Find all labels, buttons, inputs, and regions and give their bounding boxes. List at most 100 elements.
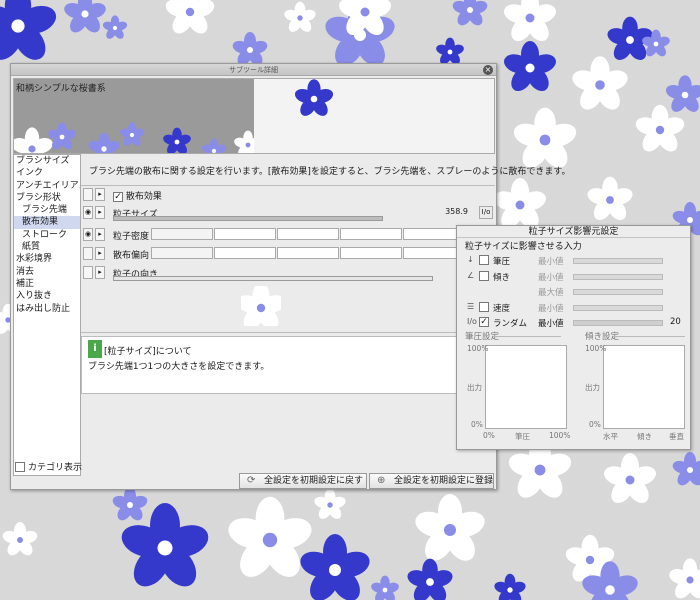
influence-slider[interactable] bbox=[573, 304, 663, 311]
particle-size-value[interactable]: 358.9 bbox=[445, 207, 468, 216]
dialog-title: サブツール詳細 bbox=[229, 66, 278, 74]
category-show-label: カテゴリ表示 bbox=[28, 463, 83, 473]
lock-icon[interactable] bbox=[83, 266, 93, 279]
density-cell[interactable] bbox=[214, 228, 276, 240]
influence-row: I/o ✓ ランダム 最小値 20 bbox=[465, 316, 687, 329]
density-cell[interactable] bbox=[151, 228, 213, 240]
info-title: [粒子サイズ]について bbox=[104, 347, 192, 357]
category-item[interactable]: 消去 bbox=[14, 266, 80, 278]
influence-value[interactable]: 20 bbox=[670, 317, 681, 327]
preview-label: 和柄シンプルな桜書系 bbox=[16, 84, 106, 94]
influence-row: ☰ 速度 最小値 bbox=[465, 301, 687, 314]
category-item[interactable]: 紙質 bbox=[14, 241, 80, 253]
pressure-y-bottom: 0% bbox=[471, 420, 483, 429]
eye-icon[interactable]: ◉ bbox=[83, 228, 93, 241]
category-item[interactable]: ブラシ先端 bbox=[14, 204, 80, 216]
influence-checkbox[interactable] bbox=[479, 301, 489, 312]
influence-subtitle: 粒子サイズに影響させる入力 bbox=[465, 242, 582, 252]
category-item[interactable]: はみ出し防止 bbox=[14, 303, 80, 315]
influence-input-name: 速度 bbox=[493, 303, 511, 314]
pressure-y-mid: 出力 bbox=[467, 383, 482, 392]
register-all-button[interactable]: ⊕ 全設定を初期設定に登録 bbox=[369, 473, 494, 489]
category-item[interactable]: ストローク bbox=[14, 229, 80, 241]
scatter-checkbox[interactable]: ✓ bbox=[113, 191, 123, 202]
category-list: ブラシサイズ インク アンチエイリアス ブラシ形状 ブラシ先端 散布効果 ストローク 紙質 水彩… bbox=[13, 154, 81, 476]
divider bbox=[493, 336, 561, 337]
reset-all-button[interactable]: ⟳ 全設定を初期設定に戻す bbox=[239, 473, 367, 489]
category-item[interactable]: ブラシ形状 bbox=[14, 192, 80, 204]
influence-slider[interactable] bbox=[573, 273, 663, 280]
category-show-checkbox[interactable] bbox=[15, 461, 25, 472]
setting-row-direction: ▸ 粒子の向き bbox=[81, 264, 495, 281]
setting-row-bias: ▸ 散布偏向 bbox=[81, 245, 495, 262]
category-item[interactable]: ブラシサイズ bbox=[14, 155, 80, 167]
influence-checkbox[interactable] bbox=[479, 270, 489, 281]
influence-min-label: 最小値 bbox=[538, 303, 564, 314]
influence-slider[interactable] bbox=[573, 320, 663, 326]
tilt-y-bottom: 0% bbox=[589, 420, 601, 429]
expand-arrow-icon[interactable]: ▸ bbox=[95, 247, 105, 260]
bias-cells[interactable] bbox=[151, 247, 465, 259]
influence-input-name: 筆圧 bbox=[493, 257, 511, 267]
tilt-x-mid: 傾き bbox=[637, 432, 652, 441]
pressure-x-right: 100% bbox=[549, 431, 571, 440]
close-icon[interactable]: × bbox=[483, 65, 493, 75]
tilt-x-left: 水平 bbox=[603, 432, 618, 441]
pressure-x-mid: 筆圧 bbox=[515, 432, 530, 441]
scatter-settings: ▸ ✓ 散布効果 ◉ ▸ 粒子サイズ 358.9 I/o ◉ ▸ 粒子密度 ▸ … bbox=[81, 185, 495, 333]
bias-cell[interactable] bbox=[277, 247, 339, 259]
dialog-titlebar[interactable]: サブツール詳細 × bbox=[11, 64, 496, 76]
setting-row-density: ◉ ▸ 粒子密度 bbox=[81, 226, 495, 243]
category-item[interactable]: 入り抜き bbox=[14, 290, 80, 302]
influence-row: ↓ 筆圧 最小値 bbox=[465, 254, 687, 267]
tilt-curve-graph[interactable] bbox=[603, 345, 685, 429]
density-cells[interactable] bbox=[151, 228, 465, 240]
influence-min-label: 最小値 bbox=[538, 257, 564, 267]
category-item[interactable]: 補正 bbox=[14, 278, 80, 290]
category-item[interactable]: 散布効果 bbox=[14, 216, 80, 229]
expand-arrow-icon[interactable]: ▸ bbox=[95, 188, 105, 201]
info-icon: i bbox=[88, 340, 102, 358]
expand-arrow-icon[interactable]: ▸ bbox=[95, 266, 105, 279]
expand-arrow-icon[interactable]: ▸ bbox=[95, 206, 105, 219]
category-show-toggle[interactable]: カテゴリ表示 bbox=[15, 460, 82, 473]
density-cell[interactable] bbox=[340, 228, 402, 240]
pressure-x-left: 0% bbox=[483, 431, 495, 440]
reset-all-label: 全設定を初期設定に戻す bbox=[264, 476, 364, 486]
brush-preview: 和柄シンプルな桜書系 bbox=[13, 78, 495, 154]
bias-cell[interactable] bbox=[340, 247, 402, 259]
scatter-toggle[interactable]: ✓ 散布効果 bbox=[113, 189, 162, 202]
particle-size-slider[interactable] bbox=[113, 216, 383, 221]
tilt-y-mid: 出力 bbox=[585, 383, 600, 392]
category-item[interactable]: アンチエイリアス bbox=[14, 180, 80, 192]
lock-icon[interactable] bbox=[83, 188, 93, 201]
pressure-curve-graph[interactable] bbox=[485, 345, 567, 429]
reset-icon: ⟳ bbox=[247, 475, 256, 486]
influence-slider[interactable] bbox=[573, 289, 663, 295]
influence-slider[interactable] bbox=[573, 258, 663, 264]
scatter-label: 散布効果 bbox=[125, 192, 162, 202]
category-item[interactable]: インク bbox=[14, 167, 80, 179]
eye-icon[interactable]: ◉ bbox=[83, 206, 93, 219]
bias-cell[interactable] bbox=[214, 247, 276, 259]
expand-arrow-icon[interactable]: ▸ bbox=[95, 228, 105, 241]
category-item[interactable]: 水彩境界 bbox=[14, 253, 80, 265]
influence-min-label: 最大値 bbox=[538, 288, 564, 298]
influence-checkbox[interactable]: ✓ bbox=[479, 317, 489, 327]
influence-input-icon: ∠ bbox=[467, 270, 475, 280]
lock-icon[interactable] bbox=[83, 247, 93, 260]
density-cell[interactable] bbox=[277, 228, 339, 240]
influence-input-name: ランダム bbox=[493, 319, 528, 329]
info-text: ブラシ先端1つ1つの大きさを設定できます。 bbox=[88, 362, 270, 372]
sub-tool-detail-dialog: サブツール詳細 × 和柄シンプルな桜書系 ブラシサイズ インク アンチエイリアス ブラ… bbox=[10, 63, 571, 490]
direction-slider[interactable] bbox=[113, 276, 433, 281]
influence-checkbox[interactable] bbox=[479, 255, 489, 265]
bias-cell[interactable] bbox=[151, 247, 213, 259]
influence-settings-panel: 粒子サイズ影響元設定 粒子サイズに影響させる入力 ↓ 筆圧 最小値 ∠ 傾き 最小値 最大値… bbox=[456, 225, 691, 450]
settings-sakura-decoration bbox=[241, 286, 281, 326]
influence-input-icon: ↓ bbox=[467, 255, 474, 264]
setting-row-scatter: ▸ ✓ 散布効果 bbox=[81, 186, 495, 203]
influence-row: ∠ 傾き 最小値 bbox=[465, 270, 687, 283]
influence-source-icon[interactable]: I/o bbox=[479, 206, 493, 219]
info-panel: i [粒子サイズ]について ブラシ先端1つ1つの大きさを設定できます。 bbox=[81, 336, 495, 394]
